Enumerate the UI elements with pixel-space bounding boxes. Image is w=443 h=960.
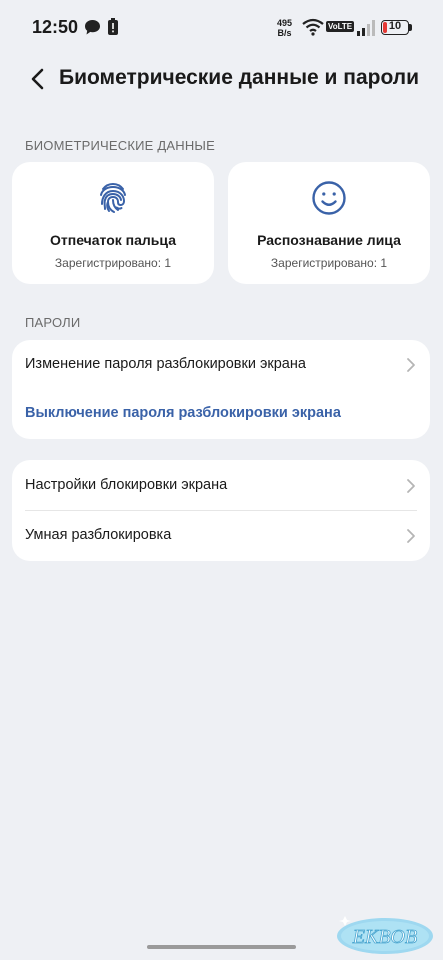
watermark-text: EKBOB [352,926,417,948]
header: Биометрические данные и пароли [0,58,443,102]
ekbob-watermark: EKBOB [337,916,433,954]
face-icon [312,181,346,215]
disable-password-row[interactable]: Выключение пароля разблокировки экрана [12,389,430,439]
chevron-right-icon [407,529,415,543]
face-recognition-title: Распознавание лица [257,232,401,248]
status-bar: 12:50 495 B/s VoLTE 10 [0,0,443,58]
passwords-card: Изменение пароля разблокировки экрана Вы… [12,340,430,439]
alert-icon [108,18,118,35]
biometrics-section-label: БИОМЕТРИЧЕСКИЕ ДАННЫЕ [25,138,215,153]
face-recognition-status: Зарегистрировано: 1 [270,256,388,270]
chevron-right-icon [407,358,415,372]
page-title: Биометрические данные и пароли [59,66,420,89]
face-recognition-card[interactable]: Распознавание лица Зарегистрировано: 1 [228,162,430,284]
passwords-section-label: ПАРОЛИ [25,315,81,330]
fingerprint-title: Отпечаток пальца [50,232,176,248]
home-indicator[interactable] [147,945,296,949]
message-icon [85,20,100,35]
lock-screen-settings-label: Настройки блокировки экрана [25,477,228,493]
wifi-icon [302,18,324,36]
fingerprint-status: Зарегистрировано: 1 [54,256,172,270]
change-password-label: Изменение пароля разблокировки экрана [25,356,306,372]
volte-badge: VoLTE [326,21,355,32]
smart-unlock-label: Умная разблокировка [25,527,172,543]
battery-percent: 10 [388,20,402,32]
smart-unlock-row[interactable]: Умная разблокировка [12,511,430,561]
fingerprint-icon [100,182,126,213]
back-button[interactable] [28,64,48,94]
disable-password-link[interactable]: Выключение пароля разблокировки экрана [25,405,341,421]
lock-screen-settings-row[interactable]: Настройки блокировки экрана [12,461,430,511]
fingerprint-card[interactable]: Отпечаток пальца Зарегистрировано: 1 [12,162,214,284]
battery-icon: 10 [381,20,409,35]
signal-icon [357,20,375,36]
chevron-right-icon [407,479,415,493]
lock-settings-card: Настройки блокировки экрана Умная разбло… [12,460,430,561]
change-password-row[interactable]: Изменение пароля разблокировки экрана [12,340,430,390]
network-speed: 495 B/s [277,18,293,38]
status-time: 12:50 [32,17,79,37]
battery-tip [409,24,412,31]
